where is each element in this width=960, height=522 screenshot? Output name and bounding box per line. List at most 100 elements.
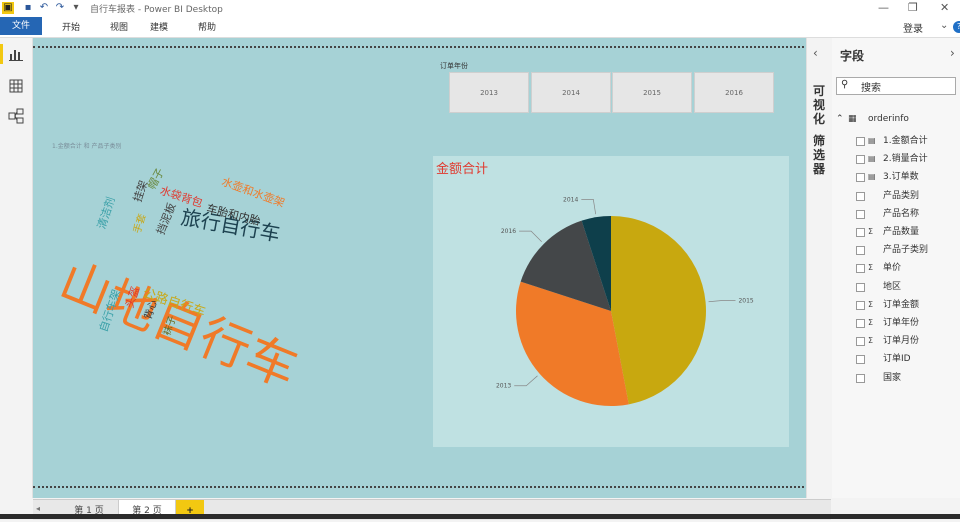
table-orderinfo[interactable]: ⌃ ▦ orderinfo — [836, 111, 958, 127]
login-button[interactable]: 登录 — [903, 20, 923, 35]
field-checkbox[interactable] — [856, 337, 865, 347]
field-checkbox[interactable] — [856, 373, 865, 383]
pie-leader-line — [708, 300, 736, 303]
fields-search-input[interactable] — [836, 77, 956, 95]
field-label: 订单月份 — [883, 336, 920, 347]
field-checkbox[interactable] — [856, 173, 865, 183]
field-item[interactable]: Σ 订单金额 — [838, 297, 958, 313]
field-item[interactable]: 地区 — [838, 279, 958, 295]
pie-slice-label: 2015 — [738, 297, 753, 304]
pie-leader-line — [514, 375, 538, 387]
canvas-top-border — [33, 46, 804, 48]
tab-view[interactable]: 视图 — [110, 20, 128, 33]
canvas-bottom-border — [33, 486, 804, 488]
minimize-icon[interactable]: — — [878, 1, 889, 14]
field-item[interactable]: 产品类别 — [838, 188, 958, 204]
field-item[interactable]: Σ 订单月份 — [838, 333, 958, 349]
slicer-option-2013[interactable]: 2013 — [449, 72, 529, 113]
field-item[interactable]: ▤ 1.金额合计 — [838, 133, 958, 149]
measure-icon: ▤ — [868, 154, 876, 164]
pie-slice-label: 2013 — [496, 383, 511, 390]
field-label: 产品名称 — [883, 208, 920, 219]
tab-modeling[interactable]: 建模 — [150, 20, 168, 33]
field-checkbox[interactable] — [856, 246, 865, 256]
pie-leader-line — [519, 230, 542, 242]
field-checkbox[interactable] — [856, 319, 865, 328]
field-checkbox[interactable] — [856, 282, 865, 292]
table-icon: ▦ — [848, 114, 857, 124]
prev-page-icon[interactable]: ◂ — [36, 504, 40, 513]
field-label: 3.订单数 — [883, 172, 919, 183]
field-label: 产品类别 — [883, 190, 920, 201]
field-label: 产品子类别 — [883, 245, 929, 256]
visualizations-pane-tab[interactable]: 可视化 — [812, 84, 826, 126]
field-checkbox[interactable] — [856, 228, 865, 237]
search-icon: ⚲ — [841, 79, 849, 90]
fields-pane-title: 字段 — [840, 49, 865, 63]
measure-icon: ▤ — [868, 136, 876, 145]
field-label: 1.金额合计 — [883, 136, 928, 146]
field-checkbox[interactable] — [856, 355, 865, 365]
customize-toolbar-icon[interactable]: ▾ — [70, 2, 82, 14]
tab-help[interactable]: 帮助 — [198, 20, 216, 33]
field-item[interactable]: Σ 产品数量 — [838, 224, 958, 240]
ribbon — [0, 17, 960, 38]
field-item[interactable]: 产品子类别 — [838, 242, 958, 258]
collapse-right-icon[interactable]: › — [950, 46, 955, 60]
taskbar — [0, 514, 960, 519]
report-view-icon[interactable] — [8, 46, 24, 62]
pie-slice-label: 2014 — [563, 196, 578, 203]
pie-slice[interactable] — [611, 216, 707, 405]
model-view-icon[interactable] — [8, 108, 24, 124]
redo-icon[interactable]: ↷ — [54, 2, 66, 14]
slicer-option-2014[interactable]: 2014 — [531, 72, 611, 113]
field-label: 国家 — [883, 372, 902, 383]
field-label: 地区 — [883, 281, 902, 292]
sigma-icon: Σ — [868, 336, 874, 346]
sigma-icon: Σ — [868, 318, 874, 327]
field-item[interactable]: 国家 — [838, 370, 958, 386]
field-checkbox[interactable] — [856, 191, 865, 201]
slicer-option-2016[interactable]: 2016 — [694, 72, 774, 113]
save-icon[interactable]: ▪ — [22, 2, 34, 14]
window-title: 自行车报表 - Power BI Desktop — [90, 5, 223, 15]
field-item[interactable]: 产品名称 — [838, 206, 958, 222]
undo-icon[interactable]: ↶ — [38, 2, 50, 14]
field-label: 订单年份 — [883, 318, 920, 328]
field-checkbox[interactable] — [856, 155, 865, 165]
pie-chart[interactable]: 2015 2013 2016 2014 — [433, 170, 789, 447]
field-label: 单价 — [883, 263, 902, 274]
slicer-title: 订单年份 — [440, 62, 468, 70]
pie-leader-line — [581, 199, 597, 215]
measure-icon: ▤ — [868, 172, 876, 182]
field-checkbox[interactable] — [856, 264, 865, 274]
collapse-left-icon[interactable]: ‹ — [813, 46, 818, 60]
data-view-icon[interactable] — [8, 78, 24, 94]
field-item[interactable]: ▤ 2.销量合计 — [838, 151, 958, 167]
file-tab[interactable]: 文件 — [0, 17, 42, 35]
tab-home[interactable]: 开始 — [62, 20, 80, 33]
powerbi-logo-icon: ▣ — [2, 2, 14, 14]
expand-ribbon-icon[interactable]: ⌄ — [940, 20, 948, 31]
field-item[interactable]: Σ 单价 — [838, 260, 958, 276]
field-item[interactable]: 订单ID — [838, 351, 958, 367]
pie-slice-label: 2016 — [501, 228, 516, 235]
field-label: 订单金额 — [883, 299, 920, 310]
maximize-icon[interactable]: ❐ — [908, 1, 918, 14]
wordcloud-title: 1.金额合计 和 产品子类别 — [52, 143, 122, 150]
search-placeholder: 搜索 — [861, 83, 881, 94]
field-checkbox[interactable] — [856, 300, 865, 310]
active-view-indicator — [0, 44, 3, 64]
field-label: 订单ID — [883, 354, 911, 365]
field-checkbox[interactable] — [856, 137, 865, 146]
chevron-up-icon[interactable]: ⌃ — [836, 111, 844, 127]
field-item[interactable]: Σ 订单年份 — [838, 315, 958, 331]
field-checkbox[interactable] — [856, 209, 865, 219]
filters-pane-tab[interactable]: 筛选器 — [812, 134, 826, 176]
help-icon[interactable]: ? — [953, 21, 960, 33]
slicer-option-2015[interactable]: 2015 — [612, 72, 692, 113]
field-item[interactable]: ▤ 3.订单数 — [838, 169, 958, 185]
sigma-icon: Σ — [868, 227, 874, 236]
field-label: 产品数量 — [883, 227, 920, 237]
close-icon[interactable]: ✕ — [940, 1, 949, 14]
